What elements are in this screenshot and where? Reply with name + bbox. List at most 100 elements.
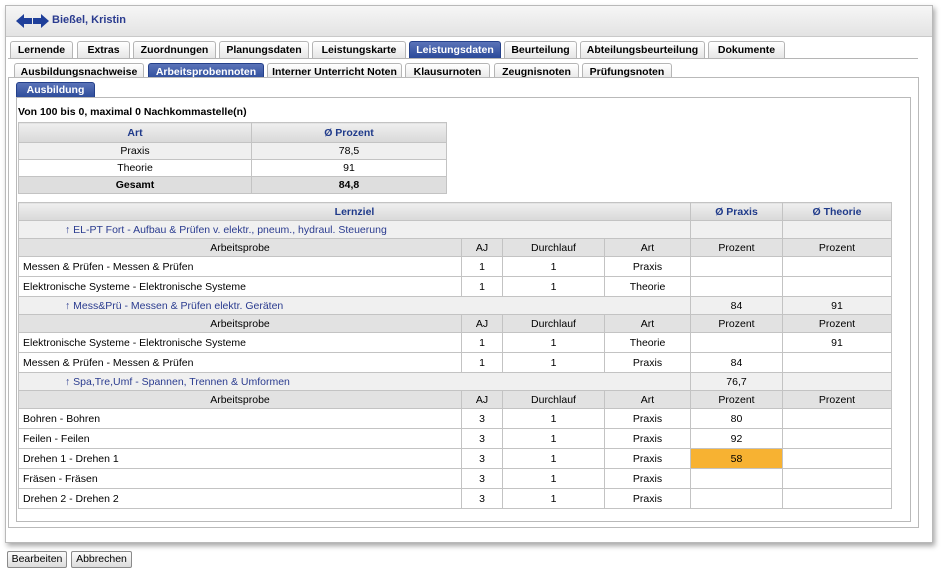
- tab-leistungskarte[interactable]: Leistungskarte: [312, 41, 406, 58]
- col-header-aj: AJ: [461, 390, 503, 409]
- praxis-percent-cell: [690, 488, 783, 509]
- cancel-button[interactable]: Abbrechen: [71, 551, 132, 568]
- forward-arrow-icon[interactable]: [33, 14, 49, 28]
- tab-lernende[interactable]: Lernende: [10, 41, 73, 58]
- aj-cell: 1: [461, 352, 503, 373]
- praxis-percent-cell: [690, 256, 783, 277]
- tab-planungsdaten[interactable]: Planungsdaten: [219, 41, 309, 58]
- art-cell: Praxis: [604, 448, 691, 469]
- aj-cell: 3: [461, 448, 503, 469]
- col-header-durchlauf: Durchlauf: [502, 314, 605, 333]
- durchlauf-cell: 1: [502, 408, 605, 429]
- art-cell: Praxis: [604, 468, 691, 489]
- summary-total-label: Gesamt: [18, 176, 252, 194]
- tab-leistungsdaten[interactable]: Leistungsdaten: [409, 41, 501, 58]
- tab-abteilungsbeurteilung[interactable]: Abteilungsbeurteilung: [580, 41, 705, 58]
- header-avg-praxis: Ø Praxis: [690, 202, 783, 221]
- work-sample-name: Feilen - Feilen: [18, 428, 462, 449]
- praxis-percent-cell: [690, 332, 783, 353]
- durchlauf-cell: 1: [502, 332, 605, 353]
- col-header-prozent-theorie: Prozent: [782, 314, 892, 333]
- tab-beurteilung[interactable]: Beurteilung: [504, 41, 577, 58]
- table-row: Elektronische Systeme - Elektronische Sy…: [18, 332, 892, 353]
- work-sample-name: Drehen 2 - Drehen 2: [18, 488, 462, 509]
- avg-praxis-value: [690, 220, 783, 239]
- learning-goal-link[interactable]: ↑ EL-PT Fort - Aufbau & Prüfen v. elektr…: [18, 220, 691, 239]
- aj-cell: 1: [461, 332, 503, 353]
- durchlauf-cell: 1: [502, 428, 605, 449]
- tab-zuordnungen[interactable]: Zuordnungen: [133, 41, 216, 58]
- work-sample-name: Elektronische Systeme - Elektronische Sy…: [18, 276, 462, 297]
- col-header-aj: AJ: [461, 314, 503, 333]
- work-sample-name: Drehen 1 - Drehen 1: [18, 448, 462, 469]
- durchlauf-cell: 1: [502, 256, 605, 277]
- summary-row: Theorie 91: [18, 159, 447, 177]
- praxis-percent-cell: 92: [690, 428, 783, 449]
- summary-row: Praxis 78,5: [18, 142, 447, 160]
- col-header-art: Art: [604, 390, 691, 409]
- window-title: Bießel, Kristin: [52, 14, 126, 26]
- aj-cell: 3: [461, 488, 503, 509]
- praxis-percent-cell: [690, 468, 783, 489]
- column-header-row: Arbeitsprobe AJ Durchlauf Art Prozent Prozent: [18, 314, 892, 333]
- col-header-arbeitsprobe: Arbeitsprobe: [18, 390, 462, 409]
- header-lernziel: Lernziel: [18, 202, 691, 221]
- learning-goal-row: ↑ Mess&Prü - Messen & Prüfen elektr. Ger…: [18, 296, 892, 315]
- theorie-percent-cell: [782, 448, 892, 469]
- learning-goal-link[interactable]: ↑ Mess&Prü - Messen & Prüfen elektr. Ger…: [18, 296, 691, 315]
- col-header-art: Art: [604, 238, 691, 257]
- edit-button[interactable]: Bearbeiten: [7, 551, 67, 568]
- art-cell: Theorie: [604, 332, 691, 353]
- col-header-prozent-praxis: Prozent: [690, 238, 783, 257]
- tab-dokumente[interactable]: Dokumente: [708, 41, 785, 58]
- summary-art: Theorie: [18, 159, 252, 177]
- header-avg-theorie: Ø Theorie: [782, 202, 892, 221]
- aj-cell: 3: [461, 468, 503, 489]
- aj-cell: 1: [461, 276, 503, 297]
- table-row: Messen & Prüfen - Messen & Prüfen 1 1 Praxi…: [18, 256, 892, 277]
- summary-header-percent: Ø Prozent: [251, 122, 447, 143]
- durchlauf-cell: 1: [502, 468, 605, 489]
- main-tab-divider: [8, 58, 918, 59]
- col-header-prozent-theorie: Prozent: [782, 390, 892, 409]
- summary-total-row: Gesamt 84,8: [18, 176, 447, 194]
- theorie-percent-cell: [782, 276, 892, 297]
- table-row: Fräsen - Fräsen 3 1 Praxis: [18, 468, 892, 489]
- table-row: Feilen - Feilen 3 1 Praxis 92: [18, 428, 892, 449]
- avg-praxis-value: 76,7: [690, 372, 783, 391]
- summary-value: 78,5: [251, 142, 447, 160]
- tab-extras[interactable]: Extras: [77, 41, 130, 58]
- learning-goals-table: Lernziel Ø Praxis Ø Theorie ↑ EL-PT Fort…: [18, 202, 892, 509]
- theorie-percent-cell: [782, 352, 892, 373]
- theorie-percent-cell: [782, 408, 892, 429]
- art-cell: Praxis: [604, 256, 691, 277]
- col-header-prozent-theorie: Prozent: [782, 238, 892, 257]
- col-header-prozent-praxis: Prozent: [690, 314, 783, 333]
- work-sample-name: Messen & Prüfen - Messen & Prüfen: [18, 352, 462, 373]
- avg-theorie-value: [782, 372, 892, 391]
- summary-total-value: 84,8: [251, 176, 447, 194]
- theorie-percent-cell: [782, 428, 892, 449]
- summary-header-art: Art: [18, 122, 252, 143]
- summary-table: Art Ø Prozent Praxis 78,5 Theorie 91 Ges…: [18, 122, 447, 194]
- aj-cell: 1: [461, 256, 503, 277]
- praxis-percent-cell: 84: [690, 352, 783, 373]
- art-cell: Praxis: [604, 352, 691, 373]
- praxis-percent-cell: 80: [690, 408, 783, 429]
- avg-praxis-value: 84: [690, 296, 783, 315]
- aj-cell: 3: [461, 408, 503, 429]
- theorie-percent-cell: [782, 488, 892, 509]
- art-cell: Theorie: [604, 276, 691, 297]
- work-sample-name: Fräsen - Fräsen: [18, 468, 462, 489]
- learning-goal-link[interactable]: ↑ Spa,Tre,Umf - Spannen, Trennen & Umfor…: [18, 372, 691, 391]
- title-bar: Bießel, Kristin: [6, 6, 932, 37]
- col-header-prozent-praxis: Prozent: [690, 390, 783, 409]
- art-cell: Praxis: [604, 428, 691, 449]
- table-row: Elektronische Systeme - Elektronische Sy…: [18, 276, 892, 297]
- back-arrow-icon[interactable]: [16, 14, 32, 28]
- theorie-percent-cell: [782, 468, 892, 489]
- avg-theorie-value: [782, 220, 892, 239]
- durchlauf-cell: 1: [502, 488, 605, 509]
- col-header-arbeitsprobe: Arbeitsprobe: [18, 314, 462, 333]
- work-sample-name: Elektronische Systeme - Elektronische Sy…: [18, 332, 462, 353]
